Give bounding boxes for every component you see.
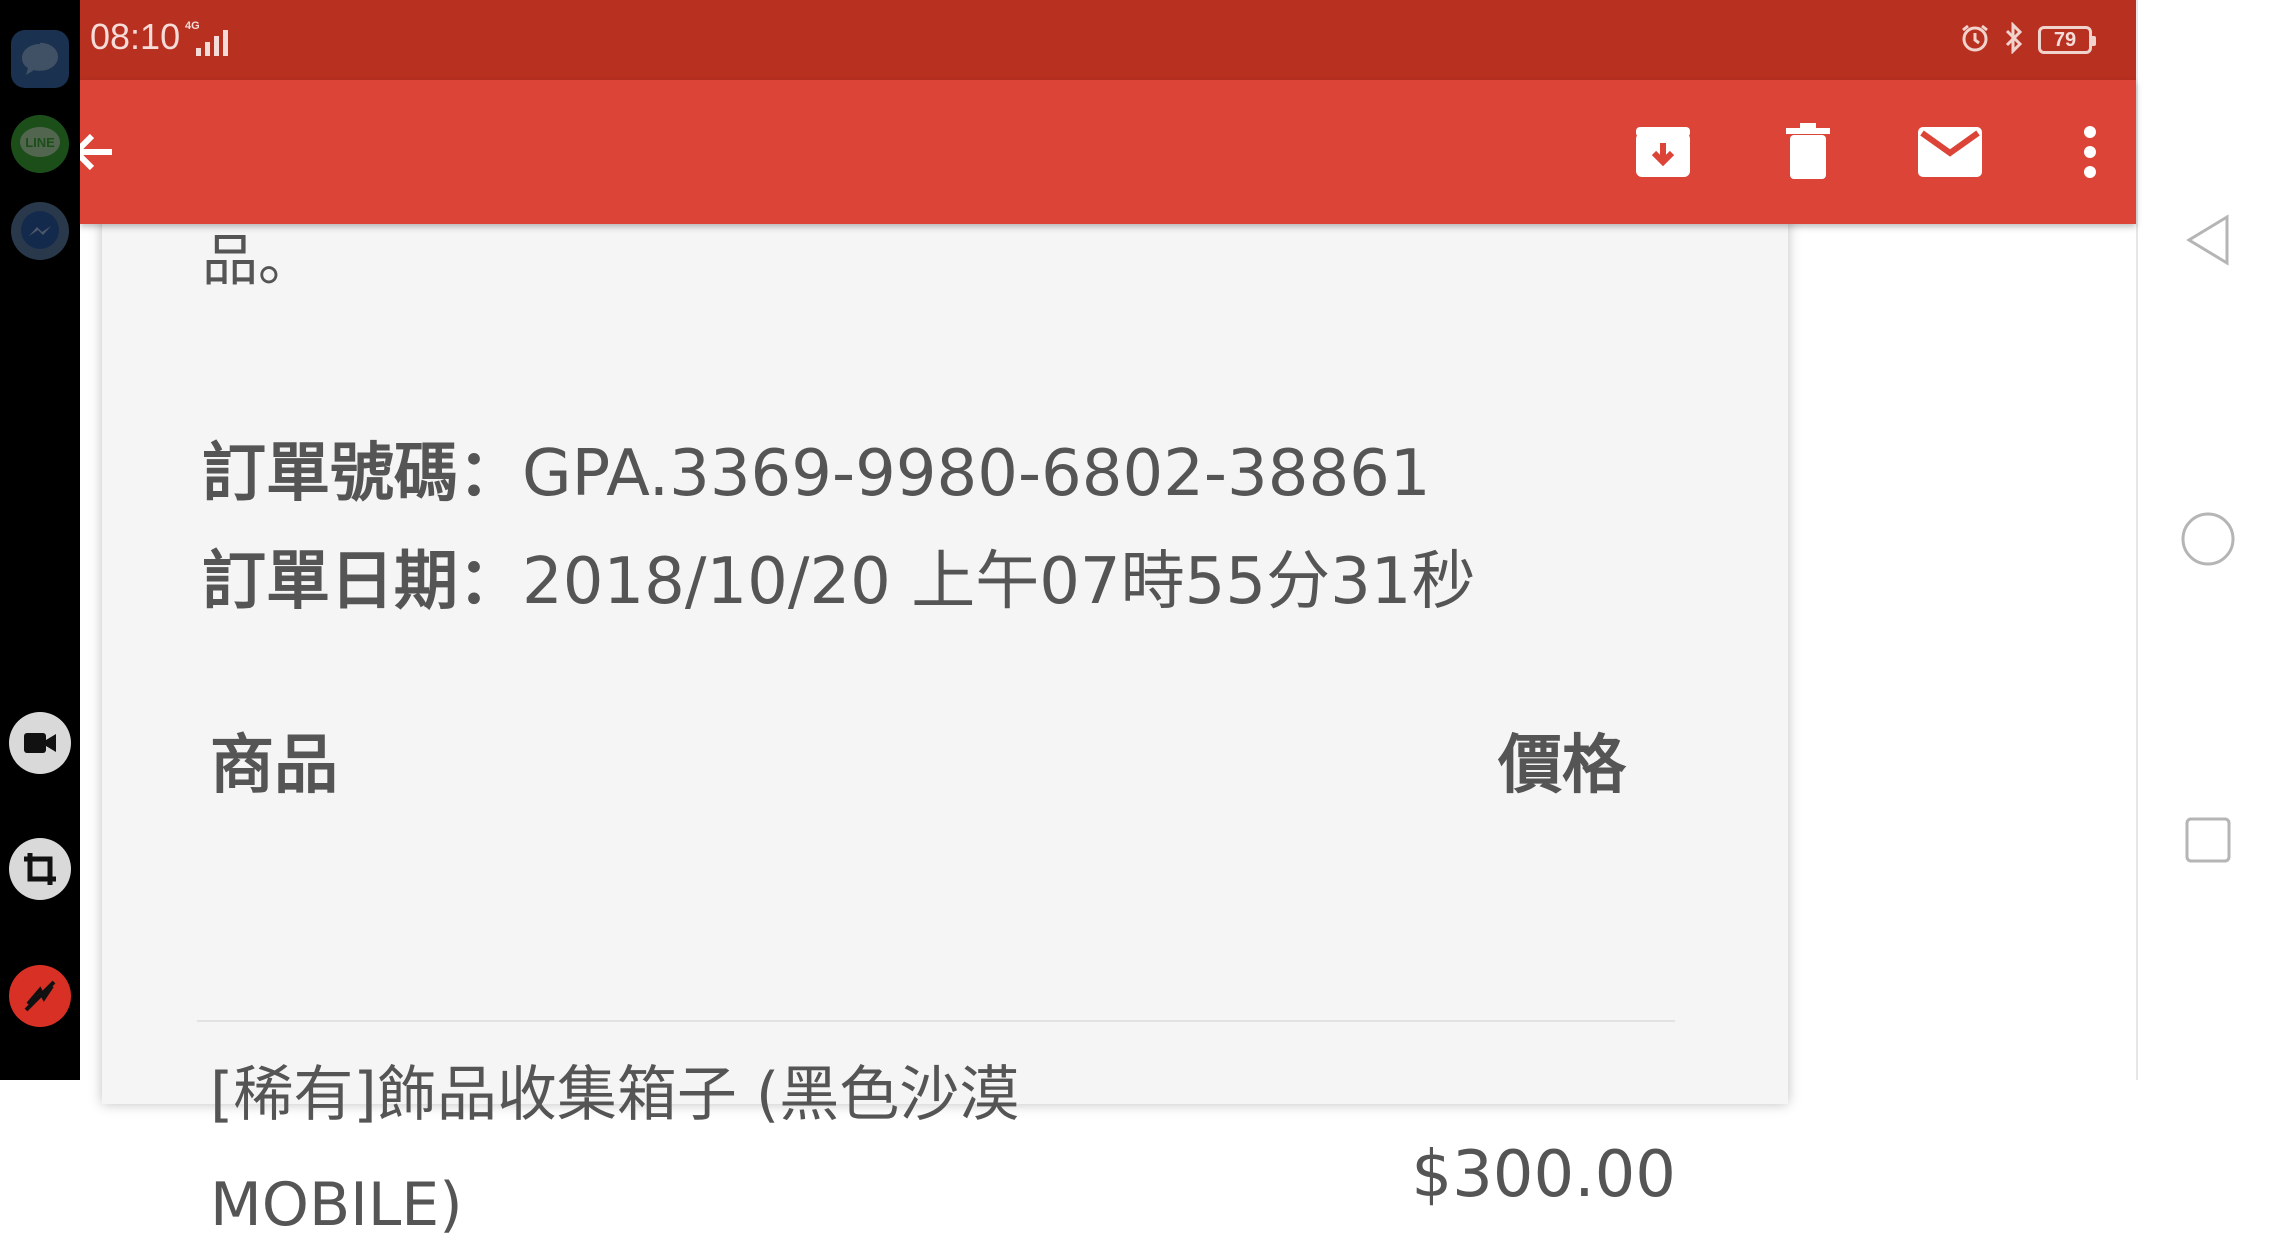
order-date-label: 訂單日期： bbox=[202, 545, 522, 619]
item-price: $300.00 bbox=[1411, 1138, 1676, 1212]
table-row-item-name: [稀有]飾品收集箱子 (黑色沙漠 MOBILE) bbox=[210, 1040, 1019, 1260]
more-vert-icon[interactable] bbox=[2075, 122, 2105, 182]
item-name-line2: MOBILE) bbox=[210, 1170, 463, 1240]
archive-icon[interactable] bbox=[1633, 122, 1693, 182]
recents-square-icon[interactable] bbox=[2178, 810, 2238, 870]
crop-icon[interactable] bbox=[9, 838, 71, 900]
line-icon-label: LINE bbox=[25, 135, 55, 150]
bluetooth-icon bbox=[2004, 21, 2024, 58]
app-toolbar bbox=[71, 80, 2136, 224]
order-date: 2018/10/20 上午07時55分31秒 bbox=[522, 545, 1476, 619]
line-icon[interactable]: LINE bbox=[9, 113, 71, 175]
email-body: 品。 訂單號碼：GPA.3369-9980-6802-38861 訂單日期：20… bbox=[80, 204, 2136, 1240]
status-bar: 08:10 4G 79 bbox=[80, 0, 2136, 80]
status-icons: 79 bbox=[1960, 21, 2096, 58]
alarm-icon bbox=[1960, 23, 1990, 57]
order-date-row: 訂單日期：2018/10/20 上午07時55分31秒 bbox=[202, 530, 1476, 622]
disable-icon[interactable] bbox=[9, 965, 71, 1027]
signal-icon bbox=[196, 30, 236, 60]
system-nav-bar bbox=[2136, 0, 2280, 1080]
mail-icon[interactable] bbox=[1915, 122, 1985, 182]
trailing-text: 品。 bbox=[202, 229, 314, 294]
home-circle-icon[interactable] bbox=[2178, 509, 2238, 569]
video-record-icon[interactable] bbox=[9, 712, 71, 774]
column-header-item: 商品 bbox=[210, 729, 338, 803]
order-number: GPA.3369-9980-6802-38861 bbox=[522, 437, 1431, 511]
order-receipt-card: 品。 訂單號碼：GPA.3369-9980-6802-38861 訂單日期：20… bbox=[102, 204, 1788, 1240]
order-number-label: 訂單號碼： bbox=[202, 437, 522, 511]
messenger-icon[interactable] bbox=[9, 200, 71, 262]
item-name-line1: [稀有]飾品收集箱子 (黑色沙漠 bbox=[210, 1060, 1020, 1130]
order-number-row: 訂單號碼：GPA.3369-9980-6802-38861 bbox=[202, 422, 1431, 514]
delete-icon[interactable] bbox=[1778, 122, 1838, 182]
table-divider bbox=[197, 1020, 1675, 1022]
messages-icon[interactable] bbox=[9, 28, 71, 90]
column-header-price: 價格 bbox=[1498, 729, 1626, 803]
floating-sidebar: LINE bbox=[0, 0, 80, 1080]
back-triangle-icon[interactable] bbox=[2178, 210, 2238, 270]
status-time: 08:10 bbox=[90, 16, 181, 57]
battery-indicator: 79 bbox=[2038, 26, 2096, 54]
